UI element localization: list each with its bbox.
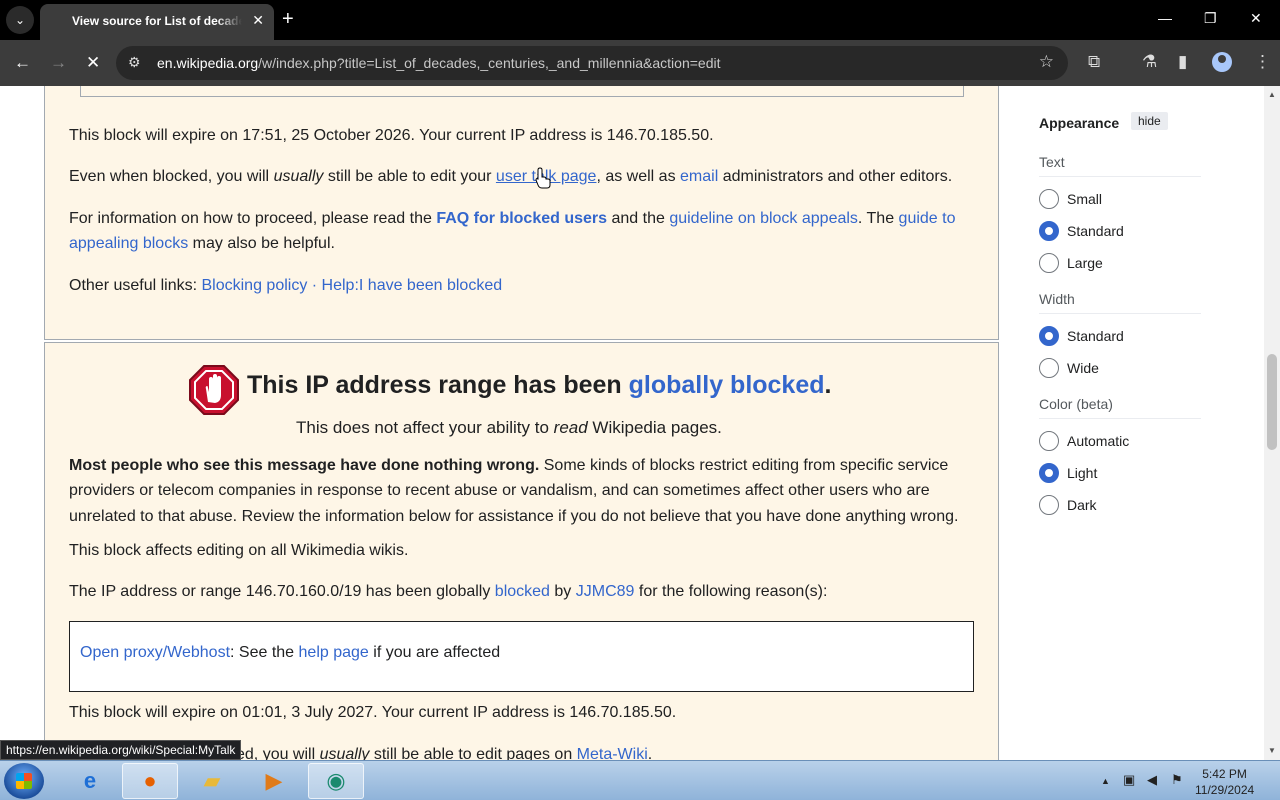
scroll-thumb[interactable]	[1267, 354, 1277, 450]
help-page-link[interactable]: help page	[299, 644, 369, 661]
extensions-icon[interactable]: ⧉	[1088, 52, 1100, 72]
radio-label[interactable]: Wide	[1067, 360, 1099, 376]
appearance-hide-button[interactable]: hide	[1131, 112, 1168, 130]
scroll-down-arrow-icon[interactable]: ▼	[1268, 746, 1276, 755]
global-block-heading: This IP address range has been globally …	[247, 371, 832, 399]
radio-width-standard[interactable]	[1039, 326, 1059, 346]
help-blocked-link[interactable]: Help:I have been blocked	[322, 277, 503, 294]
new-tab-button[interactable]: +	[282, 8, 294, 30]
jjmc89-user-link[interactable]: JJMC89	[576, 583, 635, 600]
menu-icon[interactable]: ⋮	[1254, 52, 1271, 72]
color-label: Color (beta)	[1039, 396, 1113, 412]
address-bar[interactable]: ⚙ en.wikipedia.org/w/index.php?title=Lis…	[116, 46, 1068, 80]
site-info-icon[interactable]: ⚙	[128, 54, 141, 71]
page-viewport: This block will expire on 17:51, 25 Octo…	[0, 86, 1264, 760]
radio-label[interactable]: Standard	[1067, 328, 1124, 344]
usually-edit-text: Even when blocked, you will usually stil…	[69, 168, 953, 185]
restore-button[interactable]: ❐	[1204, 10, 1217, 27]
radio-label[interactable]: Standard	[1067, 223, 1124, 239]
network-icon[interactable]: ▣	[1123, 772, 1135, 788]
radio-color-dark[interactable]	[1039, 495, 1059, 515]
start-button[interactable]	[4, 763, 44, 799]
windows-taskbar: e ● ▰ ▶ ◉ ▲ ▣ ◀ ⚑ 5:42 PM 11/29/2024	[0, 760, 1280, 800]
back-button[interactable]: ←	[14, 53, 31, 73]
internet-explorer-icon[interactable]: e	[62, 763, 118, 799]
email-link[interactable]: email	[680, 168, 718, 185]
nothing-wrong-text-line3: unrelated to that abuse. Review the info…	[69, 508, 959, 525]
clock-date: 11/29/2024	[1195, 783, 1255, 797]
radio-text-standard[interactable]	[1039, 221, 1059, 241]
media-player-icon[interactable]: ▶	[246, 763, 302, 799]
system-clock[interactable]: 5:42 PM 11/29/2024	[1195, 766, 1254, 798]
width-label: Width	[1039, 291, 1075, 307]
faq-text-line2: appealing blocks may also be helpful.	[69, 235, 335, 252]
radio-text-large[interactable]	[1039, 253, 1059, 273]
block-expiry-text: This block will expire on 17:51, 25 Octo…	[69, 127, 714, 144]
globally-blocked-link[interactable]: globally blocked	[629, 371, 825, 399]
global-block-subheading: This does not affect your ability to rea…	[296, 418, 722, 437]
nothing-wrong-text: Most people who see this message have do…	[69, 457, 949, 474]
faq-text: For information on how to proceed, pleas…	[69, 210, 956, 227]
guide-appealing-link-b[interactable]: appealing blocks	[69, 235, 188, 252]
all-wikis-text: This block affects editing on all Wikime…	[69, 542, 409, 559]
tray-expand-icon[interactable]: ▲	[1101, 776, 1110, 786]
divider	[1039, 313, 1201, 314]
tab-title: View source for List of decades, centuri…	[72, 14, 242, 28]
reason-box-top	[80, 86, 964, 97]
open-proxy-link[interactable]: Open proxy/Webhost	[80, 644, 230, 661]
global-block-reason-text: Open proxy/Webhost: See the help page if…	[80, 644, 501, 661]
hand-cursor-icon	[535, 167, 551, 189]
stop-hand-icon	[189, 365, 239, 415]
tab-close-icon[interactable]: ✕	[252, 12, 264, 29]
useful-links-text: Other useful links: Blocking policy · He…	[69, 277, 503, 294]
labs-icon[interactable]: ⚗	[1142, 52, 1157, 72]
global-block-reason-intro: The IP address or range 146.70.160.0/19 …	[69, 583, 828, 600]
meta-wiki-link[interactable]: Meta-Wiki	[577, 746, 648, 760]
radio-label[interactable]: Light	[1067, 465, 1097, 481]
radio-label[interactable]: Large	[1067, 255, 1103, 271]
page-scrollbar[interactable]: ▲ ▼	[1264, 86, 1280, 760]
block-appeals-guideline-link[interactable]: guideline on block appeals	[669, 210, 858, 227]
guide-appealing-link-a[interactable]: guide to	[899, 210, 956, 227]
nothing-wrong-text-line2: providers or telecom companies in respon…	[69, 482, 930, 499]
clock-time: 5:42 PM	[1202, 767, 1247, 781]
browser-tab-bar: ⌄ View source for List of decades, centu…	[0, 0, 1280, 40]
tab-search-button[interactable]: ⌄	[6, 6, 34, 34]
forward-button[interactable]: →	[50, 53, 67, 73]
radio-label[interactable]: Dark	[1067, 497, 1097, 513]
global-block-expiry-text: This block will expire on 01:01, 3 July …	[69, 704, 677, 721]
faq-blocked-users-link[interactable]: FAQ for blocked users	[436, 210, 607, 227]
link-status-bubble: https://en.wikipedia.org/wiki/Special:My…	[0, 740, 242, 760]
action-center-flag-icon[interactable]: ⚑	[1171, 772, 1183, 788]
side-panel-icon[interactable]: ▮	[1178, 52, 1187, 72]
window-close-button[interactable]: ✕	[1250, 10, 1262, 27]
blocked-link[interactable]: blocked	[495, 583, 550, 600]
radio-text-small[interactable]	[1039, 189, 1059, 209]
minimize-button[interactable]: —	[1158, 10, 1172, 26]
url-text: en.wikipedia.org/w/index.php?title=List_…	[157, 55, 721, 71]
radio-color-automatic[interactable]	[1039, 431, 1059, 451]
firefox-icon[interactable]: ●	[122, 763, 178, 799]
file-explorer-icon[interactable]: ▰	[184, 763, 240, 799]
radio-label[interactable]: Small	[1067, 191, 1102, 207]
scroll-up-arrow-icon[interactable]: ▲	[1268, 90, 1276, 99]
chrome-app-icon[interactable]: ◉	[308, 763, 364, 799]
radio-label[interactable]: Automatic	[1067, 433, 1129, 449]
appearance-title: Appearance	[1039, 115, 1120, 131]
bookmark-star-icon[interactable]: ☆	[1039, 52, 1054, 72]
browser-toolbar: ← → ✕ ⚙ en.wikipedia.org/w/index.php?tit…	[0, 40, 1280, 86]
blocking-policy-link[interactable]: Blocking policy	[202, 277, 308, 294]
volume-muted-icon[interactable]: ◀	[1147, 772, 1157, 788]
meta-wiki-text: ked, you will usually still be able to e…	[228, 742, 652, 760]
divider	[1039, 418, 1201, 419]
text-size-label: Text	[1039, 154, 1065, 170]
radio-color-light[interactable]	[1039, 463, 1059, 483]
browser-tab[interactable]: View source for List of decades, centuri…	[40, 4, 274, 40]
profile-avatar[interactable]	[1212, 52, 1232, 72]
stop-loading-button[interactable]: ✕	[86, 53, 100, 73]
divider	[1039, 176, 1201, 177]
radio-width-wide[interactable]	[1039, 358, 1059, 378]
